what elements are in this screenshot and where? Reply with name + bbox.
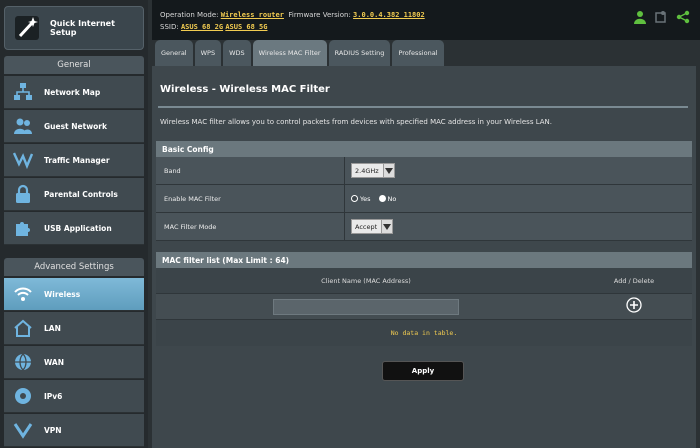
fw-label: Firmware Version:	[288, 11, 351, 19]
sidebar-item-wan[interactable]: WAN	[4, 346, 144, 379]
sidebar-item-label: WAN	[44, 357, 65, 367]
tab-radius-setting[interactable]: RADIUS Setting	[328, 40, 391, 66]
sidebar-item-ipv6[interactable]: IPv6	[4, 380, 144, 413]
traffic-manager-icon	[12, 149, 34, 171]
ssid-5g-link[interactable]: ASUS_68_5G	[225, 23, 267, 31]
mode-selected-value: Accept	[355, 222, 378, 231]
enable-mac-filter-row: Enable MAC Filter Yes No	[156, 184, 692, 213]
radio-dot	[351, 195, 358, 202]
usb-status-icon[interactable]	[655, 9, 667, 28]
quick-setup-label: Quick Internet Setup	[50, 19, 115, 37]
quick-internet-setup-button[interactable]: Quick Internet Setup	[4, 6, 144, 50]
share-status-icon[interactable]	[676, 9, 690, 28]
mac-filter-list-table: MAC filter list (Max Limit : 64) Client …	[156, 252, 692, 346]
client-name-column-header: Client Name (MAC Address)	[321, 276, 411, 285]
ssid-label: SSID:	[160, 23, 179, 31]
magic-wand-icon	[10, 11, 44, 45]
add-button-cell	[576, 296, 692, 317]
guest-network-icon	[12, 115, 34, 137]
sidebar-item-guest-network[interactable]: Guest Network	[4, 110, 144, 143]
puzzle-icon	[12, 217, 34, 239]
sidebar-item-label: Network Map	[44, 87, 101, 97]
content-panel: Wireless - Wireless MAC Filter Wireless …	[152, 66, 696, 448]
mac-filter-mode-row: MAC Filter Mode Accept	[156, 212, 692, 241]
add-delete-column-header: Add / Delete	[613, 276, 655, 285]
band-row: Band 2.4GHz	[156, 156, 692, 185]
tab-general[interactable]: General	[155, 40, 193, 66]
sidebar-item-lan[interactable]: LAN	[4, 312, 144, 345]
no-label: No	[387, 194, 397, 203]
sidebar-item-label: Parental Controls	[44, 189, 118, 199]
chevron-down-icon	[382, 164, 394, 177]
sidebar-item-traffic-manager[interactable]: Traffic Manager	[4, 144, 144, 177]
lock-icon	[12, 183, 34, 205]
vpn-icon	[12, 419, 34, 441]
no-data-message: No data in table.	[156, 320, 692, 346]
wireless-icon	[12, 283, 34, 305]
op-mode-link[interactable]: Wireless router	[221, 11, 284, 19]
tab-professional[interactable]: Professional	[392, 40, 444, 66]
sidebar-item-usb-application[interactable]: USB Application	[4, 212, 144, 245]
firmware-link[interactable]: 3.0.0.4.382_11802	[353, 11, 425, 19]
tab-wps[interactable]: WPS	[194, 40, 222, 66]
mac-filter-mode-value-cell: Accept	[344, 212, 394, 241]
sidebar-item-label: VPN	[44, 425, 62, 435]
band-label: Band	[164, 166, 181, 175]
band-value-cell: 2.4GHz	[344, 156, 395, 185]
status-bar: Operation Mode: Wireless router Firmware…	[152, 0, 700, 40]
page-description: Wireless MAC filter allows you to contro…	[160, 118, 553, 126]
mac-filter-mode-label: MAC Filter Mode	[164, 222, 217, 231]
add-plus-icon[interactable]	[626, 296, 642, 317]
sidebar-item-label: USB Application	[44, 223, 112, 233]
settings-tabs: General WPS WDS Wireless MAC Filter RADI…	[155, 40, 444, 66]
enable-yes-radio[interactable]: Yes	[351, 195, 371, 203]
advanced-settings-header: Advanced Settings	[4, 258, 144, 276]
new-entry-row	[156, 294, 692, 320]
basic-config-header: Basic Config	[156, 141, 692, 157]
radio-dot	[378, 195, 386, 202]
op-mode-label: Operation Mode:	[160, 11, 219, 19]
network-map-icon	[12, 81, 34, 103]
client-input-cell	[156, 298, 576, 315]
sidebar: Quick Internet Setup General Network Map…	[0, 0, 148, 448]
general-section-header: General	[4, 56, 144, 74]
sidebar-item-label: Traffic Manager	[44, 155, 110, 165]
basic-config-table: Basic Config Band 2.4GHz Enable MAC Filt…	[156, 141, 692, 241]
sidebar-item-label: Wireless	[44, 289, 81, 299]
router-admin-page: Quick Internet Setup General Network Map…	[0, 0, 700, 448]
sidebar-item-label: Guest Network	[44, 121, 107, 131]
yes-label: Yes	[360, 194, 371, 203]
page-title: Wireless - Wireless MAC Filter	[160, 84, 330, 95]
sidebar-item-parental-controls[interactable]: Parental Controls	[4, 178, 144, 211]
mac-filter-mode-select[interactable]: Accept	[351, 219, 394, 234]
enable-mac-filter-value-cell: Yes No	[344, 184, 397, 213]
home-icon	[12, 317, 34, 339]
sidebar-item-label: LAN	[44, 323, 61, 333]
apply-button[interactable]: Apply	[382, 361, 464, 381]
band-selected-value: 2.4GHz	[355, 166, 379, 175]
user-status-icon[interactable]	[634, 9, 646, 28]
sidebar-item-network-map[interactable]: Network Map	[4, 76, 144, 109]
sidebar-item-label: IPv6	[44, 391, 63, 401]
globe-icon	[12, 351, 34, 373]
band-select[interactable]: 2.4GHz	[351, 163, 395, 178]
ssid-2g-link[interactable]: ASUS_68_2G	[181, 23, 223, 31]
chevron-down-icon	[381, 220, 393, 233]
mac-filter-list-header: MAC filter list (Max Limit : 64)	[156, 252, 692, 268]
enable-mac-filter-label: Enable MAC Filter	[164, 194, 221, 203]
column-headers: Client Name (MAC Address) Add / Delete	[156, 268, 692, 294]
enable-no-radio[interactable]: No	[378, 194, 397, 203]
ipv6-icon	[12, 385, 34, 407]
title-divider	[158, 106, 688, 108]
status-icons	[634, 9, 690, 28]
operation-mode-line: Operation Mode: Wireless router Firmware…	[160, 11, 425, 19]
tab-wds[interactable]: WDS	[223, 40, 251, 66]
tab-wireless-mac-filter[interactable]: Wireless MAC Filter	[252, 40, 327, 66]
sidebar-item-vpn[interactable]: VPN	[4, 414, 144, 447]
ssid-line: SSID: ASUS_68_2G ASUS_68_5G	[160, 23, 267, 31]
client-mac-input[interactable]	[273, 298, 459, 315]
sidebar-item-wireless[interactable]: Wireless	[4, 278, 144, 311]
